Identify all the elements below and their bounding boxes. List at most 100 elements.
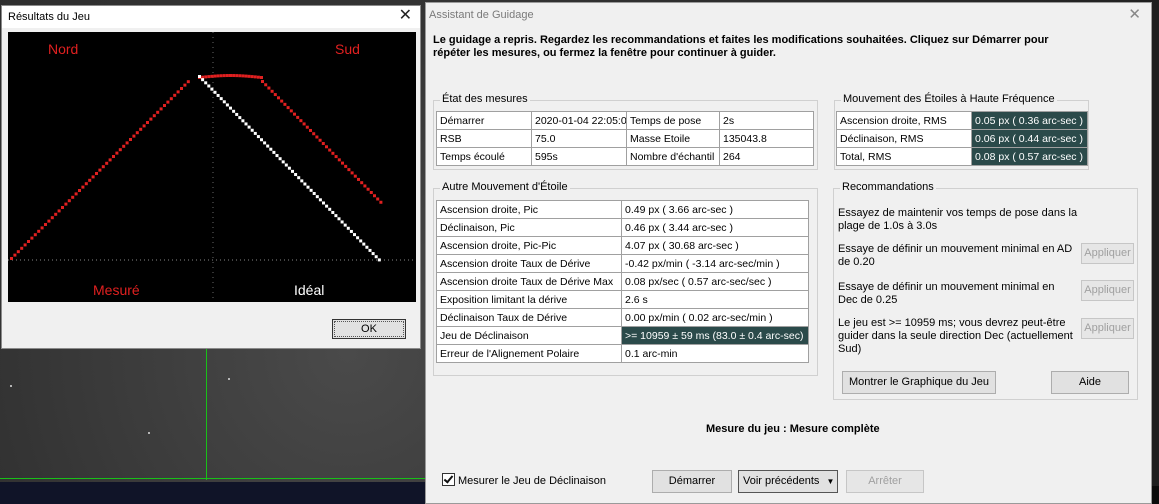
checkbox-label: Mesurer le Jeu de Déclinaison — [458, 475, 606, 487]
ideal-point — [250, 128, 254, 132]
table-row: Déclinaison Taux de Dérive 0.00 px/min ( … — [436, 308, 809, 327]
measured-point — [267, 86, 271, 90]
measured-point — [135, 131, 139, 135]
measured-point — [40, 226, 44, 230]
measured-point — [360, 181, 364, 185]
ideal-point — [272, 150, 276, 154]
ideal-point — [281, 160, 285, 164]
measured-point — [273, 93, 277, 97]
ideal-point — [374, 255, 378, 259]
measured-point — [84, 182, 88, 186]
crosshair-vertical — [206, 348, 207, 480]
apply-dec-direction-button[interactable]: Appliquer — [1081, 318, 1134, 339]
ideal-point — [225, 103, 229, 107]
ok-button[interactable]: OK — [332, 319, 406, 339]
close-icon[interactable]: ✕ — [399, 8, 412, 24]
cell: 0.08 px/sec ( 0.57 arc-sec/sec ) — [621, 272, 809, 291]
star — [10, 385, 12, 387]
measured-point — [112, 155, 115, 158]
table-row: Total, RMS 0.08 px ( 0.57 arc-sec ) — [836, 147, 1088, 166]
group-label: État des mesures — [440, 93, 530, 105]
measured-point — [260, 76, 263, 79]
measured-point — [244, 74, 248, 78]
ideal-point — [356, 236, 360, 240]
ideal-point — [216, 93, 220, 97]
stop-button[interactable]: Arrêter — [846, 470, 924, 493]
apply-min-move-dec-button[interactable]: Appliquer — [1081, 280, 1134, 301]
ideal-point — [365, 245, 369, 249]
start-button[interactable]: Démarrer — [652, 470, 732, 493]
measured-point — [16, 250, 20, 254]
view-previous-dropdown[interactable]: Voir précédents ▼ — [738, 470, 838, 493]
measured-point — [98, 168, 102, 172]
measured-point — [328, 148, 332, 152]
group-label: Mouvement des Étoiles à Haute Fréquence — [841, 93, 1057, 105]
ideal-point — [266, 144, 270, 148]
ideal-point — [222, 100, 226, 104]
ideal-point — [287, 166, 291, 170]
cell: Déclinaison, Pic — [436, 218, 622, 237]
measured-point — [373, 194, 376, 198]
measured-point — [286, 106, 290, 110]
measured-point — [78, 189, 81, 192]
ideal-point — [328, 207, 332, 211]
measured-point — [357, 177, 360, 181]
ideal-point — [297, 176, 301, 180]
backlash-plot: Nord Sud Mesuré Idéal — [8, 32, 416, 302]
measured-point — [64, 202, 68, 206]
cell: Exposition limitant la dérive — [436, 290, 622, 309]
cell: Jeu de Déclinaison — [436, 326, 622, 345]
ideal-point — [244, 122, 248, 126]
measured-point — [270, 89, 274, 93]
measured-point — [47, 219, 51, 223]
measured-point — [280, 99, 284, 103]
apply-min-move-ra-button[interactable]: Appliquer — [1081, 243, 1134, 264]
table-row: Jeu de Déclinaison >= 10959 ± 59 ms (83.0… — [436, 326, 809, 345]
ideal-point — [309, 188, 313, 192]
measured-point — [207, 75, 211, 79]
measure-backlash-checkbox[interactable]: Mesurer le Jeu de Déclinaison — [442, 473, 606, 487]
measured-point — [20, 246, 24, 250]
measured-point — [334, 155, 338, 159]
help-button[interactable]: Aide — [1051, 371, 1129, 394]
checkbox-checked-icon[interactable] — [442, 473, 455, 486]
ideal-point — [371, 252, 375, 256]
measured-point — [91, 175, 95, 179]
ideal-point — [263, 141, 267, 145]
cell: 595s — [531, 147, 627, 166]
ideal-point — [275, 154, 279, 158]
cell: RSB — [436, 129, 532, 148]
ideal-point — [269, 147, 273, 151]
ideal-point — [198, 75, 201, 78]
status-text: Mesure du jeu : Mesure complète — [706, 423, 880, 435]
table-row: RSB 75.0 Masse Etoile 135043.8 — [436, 129, 814, 148]
measured-point — [264, 83, 268, 87]
cell: Ascension droite, Pic-Pic — [436, 236, 622, 255]
measured-point — [54, 212, 58, 216]
measured-point — [88, 178, 92, 182]
table-row: Ascension droite, RMS 0.05 px ( 0.36 arc… — [836, 111, 1088, 130]
close-icon[interactable]: ✕ — [1128, 7, 1141, 23]
ideal-point — [294, 173, 298, 177]
ideal-point — [334, 214, 338, 218]
measured-point — [163, 104, 166, 107]
measured-point — [363, 184, 367, 188]
ideal-point — [253, 131, 257, 135]
ideal-point — [325, 204, 329, 208]
show-backlash-graph-button[interactable]: Montrer le Graphique du Jeu — [842, 371, 996, 394]
ideal-point — [210, 87, 214, 91]
ideal-point — [368, 248, 372, 252]
ideal-point — [359, 239, 363, 243]
table-row: Ascension droite, Pic 0.49 px ( 3.66 arc-… — [436, 200, 809, 219]
ideal-point — [312, 191, 316, 195]
ideal-point — [241, 119, 245, 123]
table-row: Ascension droite, Pic-Pic 4.07 px ( 30.68… — [436, 236, 809, 255]
measured-point — [156, 110, 160, 114]
intro-text: Le guidage a repris. Regardez les recomm… — [433, 34, 1049, 59]
cell: >= 10959 ± 59 ms (83.0 ± 0.4 arc-sec) — [621, 326, 809, 345]
measured-point — [247, 74, 251, 78]
measured-point — [67, 199, 71, 203]
table-row: Déclinaison, Pic 0.46 px ( 3.44 arc-sec ) — [436, 218, 809, 237]
window-title: Résultats du Jeu — [8, 11, 90, 23]
measurement-state-table: Démarrer 2020-01-04 22:05:06 Temps de po… — [436, 111, 814, 166]
